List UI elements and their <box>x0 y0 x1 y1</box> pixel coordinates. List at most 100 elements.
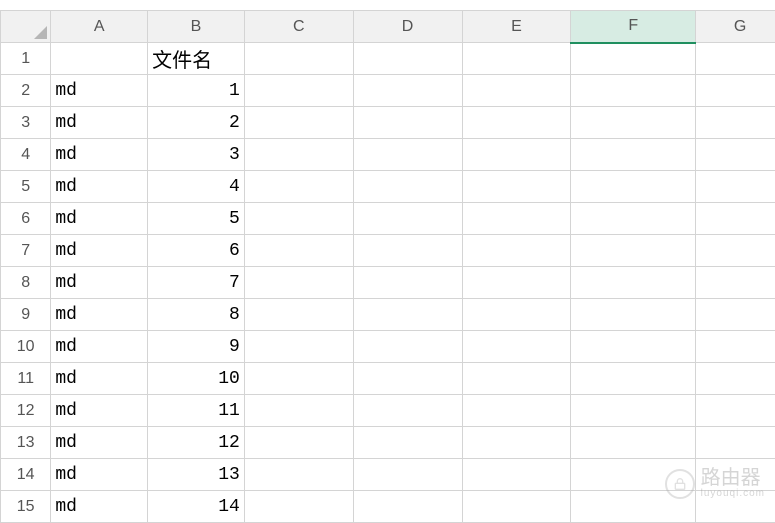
cell-A11[interactable]: md <box>51 363 148 395</box>
cell-empty[interactable] <box>353 107 462 139</box>
cell-empty[interactable] <box>244 171 353 203</box>
cell-empty[interactable] <box>696 203 775 235</box>
cell-empty[interactable] <box>244 363 353 395</box>
cell-empty[interactable] <box>244 75 353 107</box>
column-header-A[interactable]: A <box>51 11 148 43</box>
cell-empty[interactable] <box>462 107 571 139</box>
column-header-E[interactable]: E <box>462 11 571 43</box>
row-header[interactable]: 15 <box>1 491 51 523</box>
cell-A5[interactable]: md <box>51 171 148 203</box>
cell-B2[interactable]: 1 <box>148 75 245 107</box>
row-header[interactable]: 2 <box>1 75 51 107</box>
cell-empty[interactable] <box>353 203 462 235</box>
cell-empty[interactable] <box>244 235 353 267</box>
cell-B9[interactable]: 8 <box>148 299 245 331</box>
cell-empty[interactable] <box>462 139 571 171</box>
cell-empty[interactable] <box>244 459 353 491</box>
cell-empty[interactable] <box>571 395 696 427</box>
cell-A13[interactable]: md <box>51 427 148 459</box>
cell-B1[interactable]: 文件名 <box>148 43 245 75</box>
column-header-G[interactable]: G <box>696 11 775 43</box>
cell-B13[interactable]: 12 <box>148 427 245 459</box>
cell-empty[interactable] <box>353 235 462 267</box>
cell-empty[interactable] <box>462 459 571 491</box>
column-header-D[interactable]: D <box>353 11 462 43</box>
row-header[interactable]: 8 <box>1 267 51 299</box>
cell-empty[interactable] <box>696 299 775 331</box>
cell-empty[interactable] <box>571 43 696 75</box>
cell-empty[interactable] <box>353 139 462 171</box>
cell-B12[interactable]: 11 <box>148 395 245 427</box>
row-header[interactable]: 9 <box>1 299 51 331</box>
cell-B10[interactable]: 9 <box>148 331 245 363</box>
cell-A6[interactable]: md <box>51 203 148 235</box>
cell-empty[interactable] <box>244 267 353 299</box>
cell-B5[interactable]: 4 <box>148 171 245 203</box>
cell-empty[interactable] <box>353 395 462 427</box>
cell-empty[interactable] <box>353 331 462 363</box>
column-header-F[interactable]: F <box>571 11 696 43</box>
cell-empty[interactable] <box>462 171 571 203</box>
cell-empty[interactable] <box>571 75 696 107</box>
cell-B4[interactable]: 3 <box>148 139 245 171</box>
cell-empty[interactable] <box>353 299 462 331</box>
cell-empty[interactable] <box>462 235 571 267</box>
cell-empty[interactable] <box>462 267 571 299</box>
column-header-B[interactable]: B <box>148 11 245 43</box>
cell-A4[interactable]: md <box>51 139 148 171</box>
cell-B6[interactable]: 5 <box>148 203 245 235</box>
cell-empty[interactable] <box>696 395 775 427</box>
cell-A8[interactable]: md <box>51 267 148 299</box>
cell-A7[interactable]: md <box>51 235 148 267</box>
cell-empty[interactable] <box>696 331 775 363</box>
cell-empty[interactable] <box>696 75 775 107</box>
row-header[interactable]: 12 <box>1 395 51 427</box>
cell-A3[interactable]: md <box>51 107 148 139</box>
cell-empty[interactable] <box>462 43 571 75</box>
cell-B11[interactable]: 10 <box>148 363 245 395</box>
cell-empty[interactable] <box>244 139 353 171</box>
cell-empty[interactable] <box>571 299 696 331</box>
cell-empty[interactable] <box>353 75 462 107</box>
row-header[interactable]: 3 <box>1 107 51 139</box>
cell-empty[interactable] <box>696 235 775 267</box>
cell-empty[interactable] <box>571 139 696 171</box>
row-header[interactable]: 4 <box>1 139 51 171</box>
row-header[interactable]: 10 <box>1 331 51 363</box>
cell-empty[interactable] <box>462 299 571 331</box>
cell-empty[interactable] <box>571 427 696 459</box>
cell-empty[interactable] <box>353 427 462 459</box>
row-header[interactable]: 7 <box>1 235 51 267</box>
cell-empty[interactable] <box>696 139 775 171</box>
cell-A15[interactable]: md <box>51 491 148 523</box>
cell-empty[interactable] <box>353 363 462 395</box>
cell-empty[interactable] <box>696 363 775 395</box>
cell-empty[interactable] <box>462 395 571 427</box>
select-all-corner[interactable] <box>1 11 51 43</box>
cell-empty[interactable] <box>571 267 696 299</box>
cell-empty[interactable] <box>353 43 462 75</box>
cell-empty[interactable] <box>571 363 696 395</box>
cell-empty[interactable] <box>696 107 775 139</box>
cell-B14[interactable]: 13 <box>148 459 245 491</box>
row-header[interactable]: 6 <box>1 203 51 235</box>
cell-empty[interactable] <box>244 331 353 363</box>
cell-empty[interactable] <box>462 427 571 459</box>
cell-empty[interactable] <box>696 427 775 459</box>
row-header[interactable]: 1 <box>1 43 51 75</box>
cell-empty[interactable] <box>696 43 775 75</box>
cell-empty[interactable] <box>353 459 462 491</box>
cell-A12[interactable]: md <box>51 395 148 427</box>
cell-empty[interactable] <box>244 203 353 235</box>
cell-A9[interactable]: md <box>51 299 148 331</box>
cell-A14[interactable]: md <box>51 459 148 491</box>
cell-A2[interactable]: md <box>51 75 148 107</box>
row-header[interactable]: 13 <box>1 427 51 459</box>
cell-empty[interactable] <box>696 267 775 299</box>
cell-empty[interactable] <box>353 491 462 523</box>
cell-empty[interactable] <box>571 331 696 363</box>
cell-empty[interactable] <box>571 107 696 139</box>
cell-empty[interactable] <box>571 203 696 235</box>
column-header-C[interactable]: C <box>244 11 353 43</box>
cell-empty[interactable] <box>244 299 353 331</box>
